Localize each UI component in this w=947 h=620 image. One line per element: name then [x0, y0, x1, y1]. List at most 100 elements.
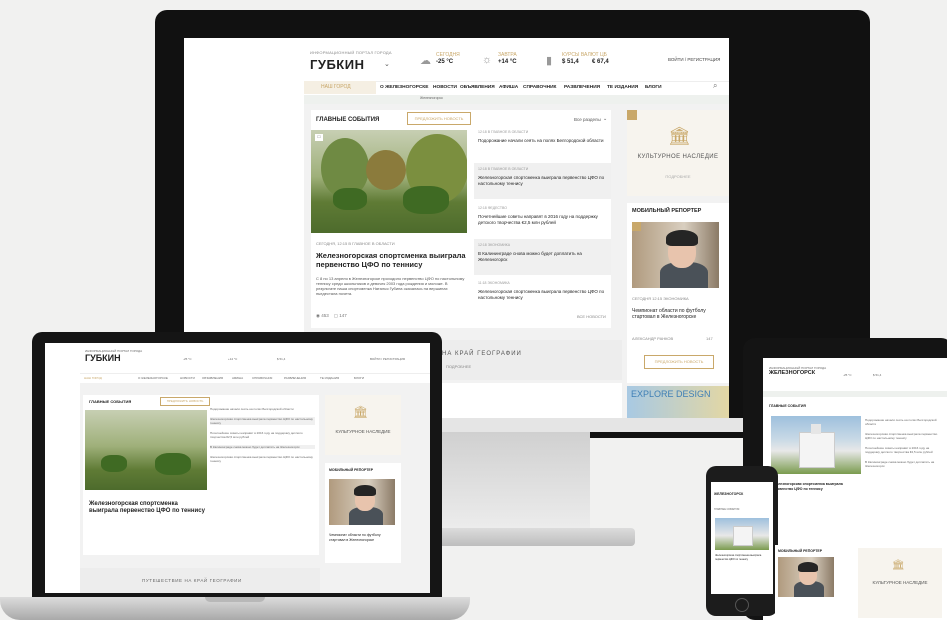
- main-event-headline[interactable]: Железногорская спортсменка выиграла перв…: [316, 251, 466, 269]
- laptop-geography-banner[interactable]: ПУТЕШЕСТВИЕ НА КРАЙ ГЕОГРАФИИ: [80, 568, 320, 593]
- list-item[interactable]: 11:18 ЭКОНОМИКА Железногорская спортсмен…: [474, 277, 611, 313]
- laptop-weather-today: -25 °C: [183, 357, 192, 361]
- main-event-meta: СЕГОДНЯ, 12:15 В ГЛАВНОЕ В ОБЛАСТИ: [316, 241, 395, 246]
- phone-event-photo[interactable]: [715, 518, 769, 550]
- currency-label: КУРСЫ ВАЛЮТ ЦБ: [562, 52, 607, 58]
- tablet-culture-card[interactable]: 🏛 КУЛЬТУРНОЕ НАСЛЕДИЕ: [858, 548, 942, 618]
- list-item[interactable]: Подорожание начали сеять на полях Белгор…: [210, 407, 315, 411]
- all-news-link[interactable]: ВСЕ НОВОСТИ: [577, 314, 606, 319]
- list-item[interactable]: Почетнейшие советы направят в 2016 году …: [865, 446, 941, 454]
- laptop-culture-card[interactable]: 🏛 КУЛЬТУРНОЕ НАСЛЕДИЕ: [325, 395, 401, 455]
- laptop-notch: [205, 597, 265, 602]
- laptop-reporter-photo[interactable]: [329, 479, 395, 525]
- list-item[interactable]: Подорожание начали сеять на полях Белгор…: [865, 418, 941, 426]
- nav-home-label: НАШ ГОРОД: [321, 84, 351, 90]
- cloud-icon: ☁: [420, 55, 431, 67]
- reporter-photo[interactable]: [632, 222, 719, 288]
- laptop-event-photo[interactable]: [85, 410, 207, 490]
- tablet-weather: -25 °C: [843, 373, 852, 377]
- reporter-comments: 147: [706, 336, 713, 341]
- reporter-meta: СЕГОДНЯ 12:15 ЭКОНОМИКА: [632, 296, 689, 301]
- search-icon[interactable]: ⌕: [713, 81, 717, 91]
- geography-title: НА КРАЙ ГЕОГРАФИИ: [442, 351, 522, 357]
- laptop-weather-tomorrow: +14 °C: [228, 357, 238, 361]
- events-title: ГЛАВНЫЕ СОБЫТИЯ: [316, 117, 380, 123]
- laptop-suggest-button[interactable]: ПРЕДЛОЖИТЬ НОВОСТЬ: [160, 397, 210, 406]
- reporter-title: МОБИЛЬНЫЙ РЕПОРТЕР: [632, 208, 702, 214]
- tablet-headline[interactable]: Железногорская спортсменка выиграла перв…: [773, 482, 861, 491]
- map-strip[interactable]: [304, 95, 729, 104]
- museum-icon: 🏛: [353, 405, 369, 419]
- photo-gallery-icon: ▭: [315, 134, 323, 141]
- laptop-headline[interactable]: Железногорская спортсменка выиграла перв…: [89, 501, 205, 515]
- reporter-author: АЛЕКСАНДР РАНКОВ: [632, 336, 674, 341]
- portal-caption: ИНФОРМАЦИОННЫЙ ПОРТАЛ ГОРОДА: [310, 50, 392, 55]
- list-item[interactable]: Железногорская спортсменка выиграла перв…: [210, 417, 315, 425]
- currency-eur: € 67,4: [592, 59, 609, 65]
- monitor-stand: [440, 432, 590, 532]
- main-event-photo[interactable]: ▭: [311, 130, 467, 233]
- explore-banner[interactable]: EXPLORE DESIGN: [627, 386, 729, 418]
- map-label: Железногорск: [420, 96, 443, 100]
- weather-tomorrow-value: +14 °C: [498, 59, 517, 65]
- home-button[interactable]: [735, 598, 749, 612]
- nav-item-ads[interactable]: ОБЪЯВЛЕНИЯ: [460, 85, 495, 90]
- laptop-currency: $ 51,4: [277, 357, 286, 361]
- tablet-events-title: ГЛАВНЫЕ СОБЫТИЯ: [769, 404, 806, 408]
- geography-more[interactable]: ПОДРОБНЕЕ: [446, 364, 471, 369]
- nav-item-editions[interactable]: ТЕ ИЗДАНИЯ: [607, 85, 638, 90]
- laptop-city[interactable]: ГУБКИН: [85, 353, 142, 363]
- laptop-screen: ИНФОРМАЦИОННЫЙ ПОРТАЛ ГОРОДА ГУБКИН -25 …: [45, 343, 430, 593]
- nav-item-news[interactable]: НОВОСТИ: [433, 85, 457, 90]
- nav-item-about[interactable]: О ЖЕЛЕЗНОГОРСКЕ: [380, 85, 428, 90]
- tablet-city[interactable]: ЖЕЛЕЗНОГОРСК: [769, 370, 826, 376]
- topiary-elephant-large: [403, 186, 449, 214]
- list-item[interactable]: Почетнейшие советы направят в 2016 году …: [210, 431, 315, 439]
- side-reporter-photo[interactable]: [778, 557, 834, 597]
- laptop-reporter-card: МОБИЛЬНЫЙ РЕПОРТЕР Чемпионат области по …: [325, 463, 401, 563]
- nav-item-blogs[interactable]: БЛОГИ: [645, 85, 662, 90]
- list-item[interactable]: Железногорская спортсменка выиграла перв…: [865, 432, 941, 440]
- tablet-currency: $ 51,4: [873, 373, 882, 377]
- culture-title: КУЛЬТУРНОЕ НАСЛЕДИЕ: [637, 154, 719, 160]
- login-link[interactable]: ВОЙТИ / РЕГИСТРАЦИЯ: [668, 57, 720, 62]
- reporter-suggest-button[interactable]: ПРЕДЛОЖИТЬ НОВОСТЬ: [644, 355, 714, 369]
- bookmark-icon: [627, 110, 637, 120]
- currency-usd: $ 51,4: [562, 59, 579, 65]
- nav-item-afisha[interactable]: АФИША: [499, 85, 518, 90]
- weather-today-label: СЕГОДНЯ: [436, 52, 460, 58]
- chevron-down-icon[interactable]: ⌄: [384, 60, 390, 68]
- comments-count: 147: [339, 313, 347, 318]
- nav-item-directory[interactable]: СПРАВОЧНИК: [523, 85, 556, 90]
- chevron-down-icon[interactable]: ⌄: [603, 116, 607, 122]
- phone-events-title: ГЛАВНЫЕ СОБЫТИЯ: [714, 508, 740, 511]
- city-selector[interactable]: ГУБКИН: [310, 57, 364, 72]
- suggest-news-button[interactable]: ПРЕДЛОЖИТЬ НОВОСТЬ: [407, 112, 471, 125]
- eye-icon: ◉: [316, 313, 320, 318]
- building: [799, 432, 835, 468]
- sections-filter[interactable]: Все разделы: [574, 117, 601, 122]
- nav-item-entertainment[interactable]: РАЗВЛЕЧЕНИЯ: [564, 85, 600, 90]
- list-item[interactable]: 12:18 В ГЛАВНОЕ В ОБЛАСТИ Железногорская…: [474, 163, 611, 199]
- phone-city[interactable]: ЖЕЛЕЗНОГОРСК: [714, 492, 743, 496]
- reporter-headline[interactable]: Чемпионат области по футболу стартовал в…: [632, 308, 720, 320]
- list-item[interactable]: 12:18 ЭКОНОМИКА В Калининграде снова мож…: [474, 239, 611, 275]
- list-item[interactable]: В Калининграде снова можно будет доплати…: [865, 460, 941, 468]
- nav-home[interactable]: НАШ ГОРОД: [304, 81, 376, 94]
- side-reporter-card: МОБИЛЬНЫЙ РЕПОРТЕР: [775, 545, 845, 620]
- explore-text: EXPLORE DESIGN: [631, 389, 711, 399]
- culture-more[interactable]: ПОДРОБНЕЕ: [627, 174, 729, 179]
- list-item[interactable]: Железногорская спортсменка выиграла перв…: [210, 455, 315, 463]
- list-item[interactable]: 12:18 ФЕДЕСТВО Почетнейшие советы направ…: [474, 202, 611, 238]
- main-event-stats: ◉ 453 ▢ 147: [316, 313, 347, 319]
- laptop-login[interactable]: ВОЙТИ / РЕГИСТРАЦИЯ: [370, 357, 405, 361]
- topiary-elephant-small: [333, 188, 367, 210]
- phone-headline[interactable]: Железногорская спортсменка выиграла перв…: [715, 554, 769, 561]
- museum-icon: 🏛: [668, 126, 691, 146]
- list-item[interactable]: В Калининграде снова можно будет доплати…: [210, 445, 315, 449]
- list-item[interactable]: 12:18 В ГЛАВНОЕ В ОБЛАСТИ Подорожание на…: [474, 126, 611, 162]
- chart-icon: ▮: [546, 55, 553, 67]
- weather-tomorrow-label: ЗАВТРА: [498, 52, 517, 58]
- tablet-map-strip[interactable]: [763, 391, 947, 397]
- tablet-event-photo[interactable]: [771, 416, 861, 474]
